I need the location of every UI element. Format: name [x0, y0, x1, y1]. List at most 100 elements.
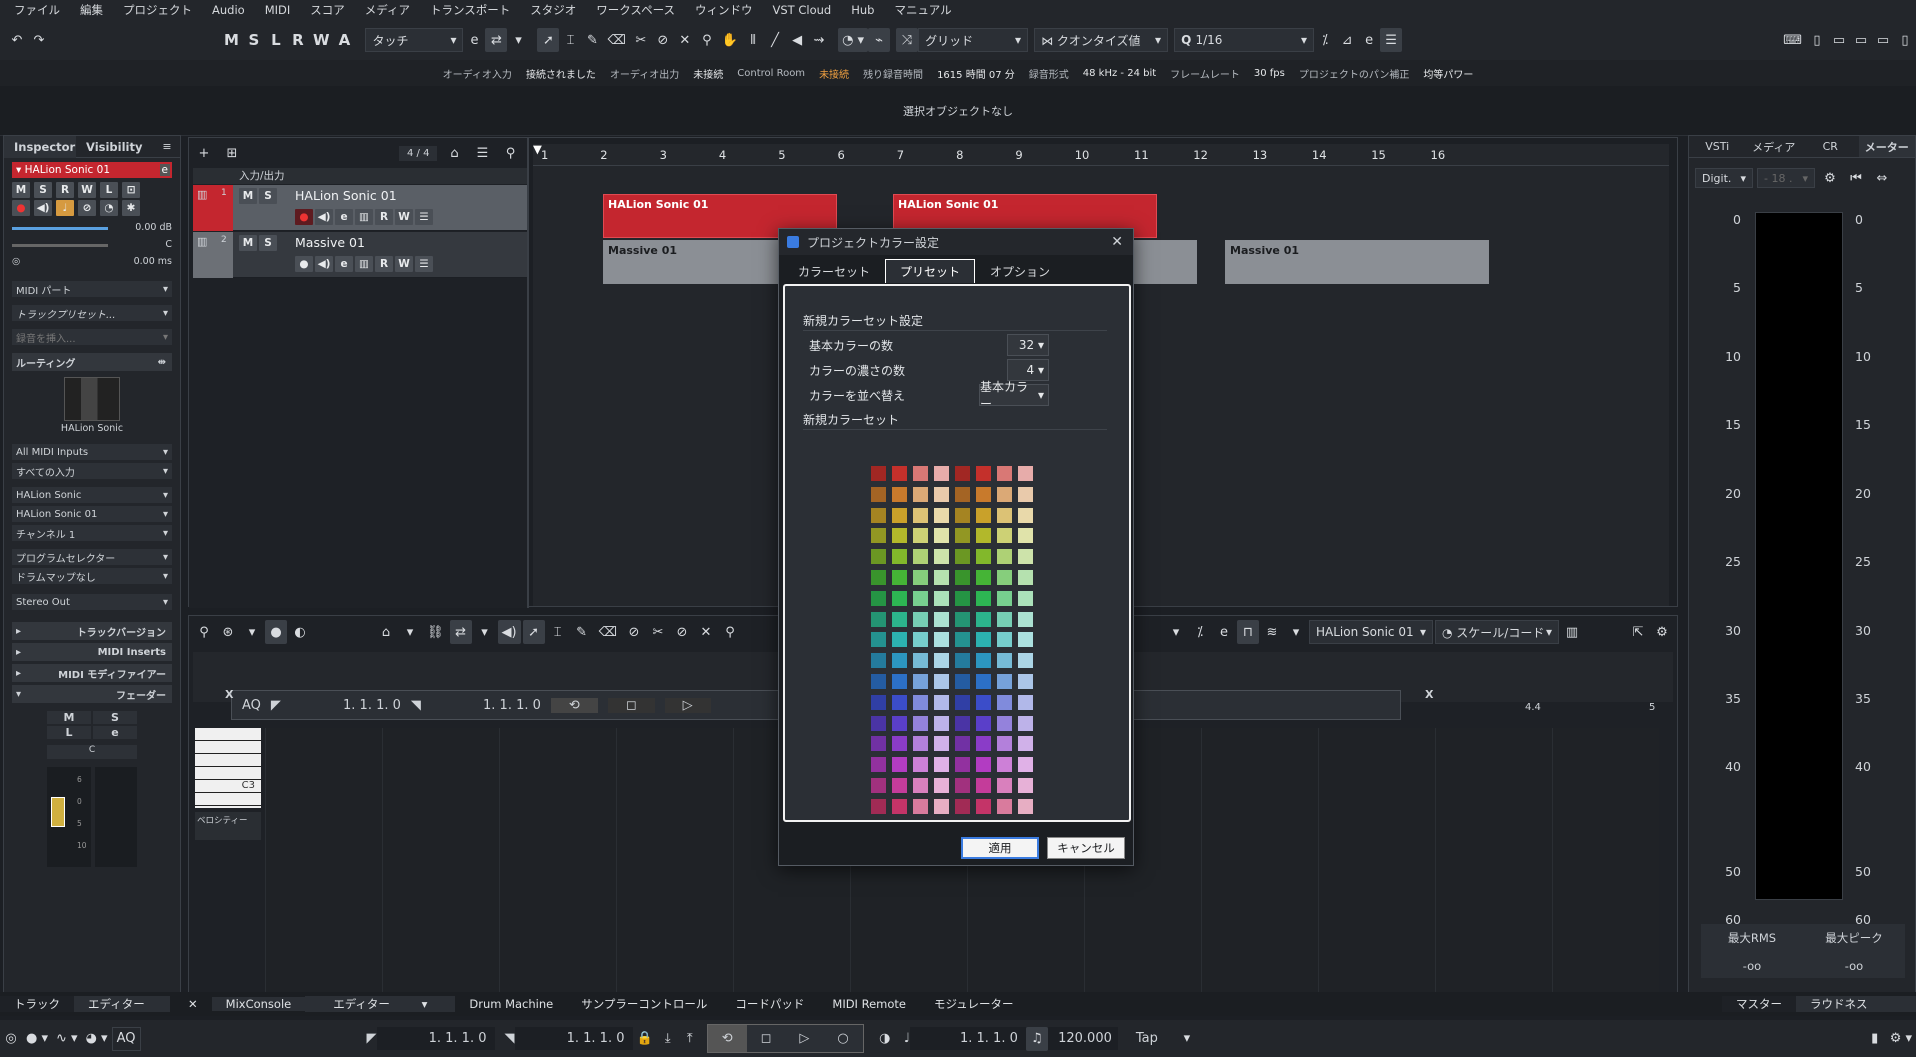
- glue-tool-icon[interactable]: ⊘: [652, 28, 674, 52]
- lower-zone-icon[interactable]: ▭: [1850, 28, 1872, 52]
- punch-icon[interactable]: ◑: [874, 1027, 896, 1051]
- stop-icon[interactable]: ◻: [746, 1025, 786, 1052]
- meter-value-dropdown[interactable]: - 18 . ▾: [1757, 168, 1815, 188]
- color-swatch[interactable]: [892, 653, 907, 669]
- output-field[interactable]: Stereo Out ▾: [12, 594, 172, 610]
- waveform-icon[interactable]: ∿ ▾: [52, 1027, 82, 1051]
- sort-dropdown[interactable]: 基本カラー ▾: [979, 380, 1049, 411]
- menu-item[interactable]: ウィンドウ: [685, 2, 763, 18]
- glue-tool-icon[interactable]: ⊘: [671, 620, 693, 644]
- color-swatch[interactable]: [871, 778, 886, 793]
- color-swatch[interactable]: [955, 674, 970, 689]
- color-swatch[interactable]: [892, 736, 907, 752]
- read-button[interactable]: R: [375, 256, 393, 272]
- color-swatch[interactable]: [955, 736, 970, 752]
- cancel-button[interactable]: キャンセル: [1047, 837, 1125, 859]
- channel-field[interactable]: チャンネル 1 ▾: [12, 525, 172, 541]
- color-swatch[interactable]: [976, 674, 991, 689]
- cycle-icon[interactable]: ⟲: [707, 1025, 747, 1052]
- color-swatch[interactable]: [913, 653, 928, 669]
- write-button[interactable]: W: [395, 209, 413, 225]
- status-value[interactable]: 48 kHz - 24 bit: [1083, 68, 1156, 79]
- status-value[interactable]: 1615 時間 07 分: [937, 66, 1015, 81]
- color-swatch[interactable]: [892, 507, 907, 523]
- tab-master[interactable]: マスター: [1722, 996, 1796, 1012]
- color-swatch[interactable]: [1018, 757, 1033, 773]
- right-panel-icon[interactable]: ▯: [1894, 28, 1916, 52]
- color-swatch[interactable]: [892, 715, 907, 731]
- timeline-ruler[interactable]: 1 2 3 4 5 6 7 8 9 10 11 12 13 14 15 16 ▼: [533, 142, 1669, 166]
- quantize-value-dropdown[interactable]: Q 1/16 ▾: [1174, 28, 1315, 52]
- color-swatch[interactable]: [1018, 778, 1033, 793]
- solo-button[interactable]: S: [259, 188, 277, 204]
- split-tool-icon[interactable]: ✂: [630, 28, 652, 52]
- expand-icon[interactable]: ⇱: [1627, 620, 1649, 644]
- monitor-icon[interactable]: ◀): [315, 209, 333, 225]
- audition-icon[interactable]: ◐: [289, 620, 311, 644]
- tab-track[interactable]: トラック: [0, 996, 74, 1012]
- zoom-tool-icon[interactable]: ⚲: [719, 620, 741, 644]
- piano-keys-icon[interactable]: ▥: [1561, 620, 1583, 644]
- menu-item[interactable]: Audio: [202, 3, 255, 17]
- range-tool-icon[interactable]: ⌶: [547, 620, 569, 644]
- volume-row[interactable]: 0.00 dB: [12, 222, 172, 233]
- punch-in-icon[interactable]: ⤓: [657, 1027, 679, 1051]
- color-swatch[interactable]: [913, 674, 928, 689]
- max-peak-value[interactable]: -oo: [1803, 959, 1905, 978]
- edit-quantize-icon[interactable]: e: [1358, 28, 1380, 52]
- color-swatch[interactable]: [934, 694, 949, 710]
- list-icon[interactable]: ☰: [415, 256, 433, 272]
- undo-icon[interactable]: ↶: [6, 28, 28, 52]
- piano-icon[interactable]: ▥: [355, 256, 373, 272]
- tab-midi-remote[interactable]: MIDI Remote: [818, 997, 920, 1011]
- punch-out-icon[interactable]: ⤒: [679, 1027, 701, 1051]
- status-value[interactable]: 30 fps: [1254, 68, 1285, 79]
- chevron-down-icon[interactable]: ▾: [1165, 620, 1187, 644]
- read-button[interactable]: R: [375, 209, 393, 225]
- color-swatch[interactable]: [1018, 528, 1033, 544]
- menu-item[interactable]: トランスポート: [420, 2, 520, 18]
- pan-row[interactable]: C: [12, 239, 172, 250]
- color-swatch[interactable]: [913, 528, 928, 544]
- color-swatch[interactable]: [913, 632, 928, 648]
- program-selector-field[interactable]: プログラムセレクター ▾: [12, 549, 172, 565]
- layout-icon[interactable]: ☰: [1380, 28, 1403, 52]
- comp-tool-icon[interactable]: ⫴: [742, 28, 764, 52]
- meter-mode-dropdown[interactable]: Digit. ▾: [1695, 168, 1753, 188]
- quantize-type-dropdown[interactable]: ⋈ クオンタイズ値 ▾: [1034, 28, 1169, 52]
- close-icon[interactable]: ✕: [174, 997, 212, 1011]
- auto-quantize-button[interactable]: AQ: [111, 1026, 141, 1051]
- piano-keyboard[interactable]: C3: [195, 728, 261, 808]
- close-icon[interactable]: ✕: [1111, 234, 1123, 250]
- midi-part-field[interactable]: MIDI パート ▾: [12, 281, 172, 297]
- color-swatch[interactable]: [955, 694, 970, 710]
- color-swatch[interactable]: [934, 549, 949, 565]
- section-track-versions[interactable]: ▸ トラックバージョン: [12, 622, 172, 640]
- color-swatch[interactable]: [976, 798, 991, 814]
- color-swatch[interactable]: [997, 549, 1012, 565]
- color-swatch[interactable]: [871, 653, 886, 669]
- list-icon[interactable]: ☰: [415, 209, 433, 225]
- menu-item[interactable]: マニュアル: [884, 2, 961, 18]
- object-select-tool-icon[interactable]: ➚: [537, 28, 560, 52]
- color-swatch[interactable]: [871, 715, 886, 731]
- color-swatch[interactable]: [976, 715, 991, 731]
- menu-item[interactable]: ファイル: [4, 2, 70, 18]
- color-swatch[interactable]: [871, 466, 886, 481]
- lock-icon[interactable]: 🔒: [633, 1027, 657, 1051]
- keyboard-icon[interactable]: ⌨: [1779, 28, 1806, 52]
- note-icon[interactable]: ♩: [56, 200, 74, 216]
- tap-tempo-button[interactable]: Tap: [1118, 1031, 1176, 1046]
- solo-button[interactable]: S: [34, 182, 52, 198]
- record-icon[interactable]: ●: [295, 256, 313, 272]
- piano-icon[interactable]: ▥: [355, 209, 373, 225]
- tab-editor-left[interactable]: エディター: [74, 996, 170, 1012]
- mute-button[interactable]: M: [12, 182, 30, 198]
- color-swatch[interactable]: [976, 632, 991, 648]
- color-swatch[interactable]: [976, 694, 991, 710]
- tab-presets[interactable]: プリセット: [885, 259, 976, 283]
- link-meters-icon[interactable]: ⇔: [1871, 166, 1893, 190]
- color-swatch[interactable]: [976, 590, 991, 606]
- marker-icon[interactable]: ▮: [1864, 1027, 1886, 1051]
- iterative-quantize-icon[interactable]: ⁒: [1189, 620, 1211, 644]
